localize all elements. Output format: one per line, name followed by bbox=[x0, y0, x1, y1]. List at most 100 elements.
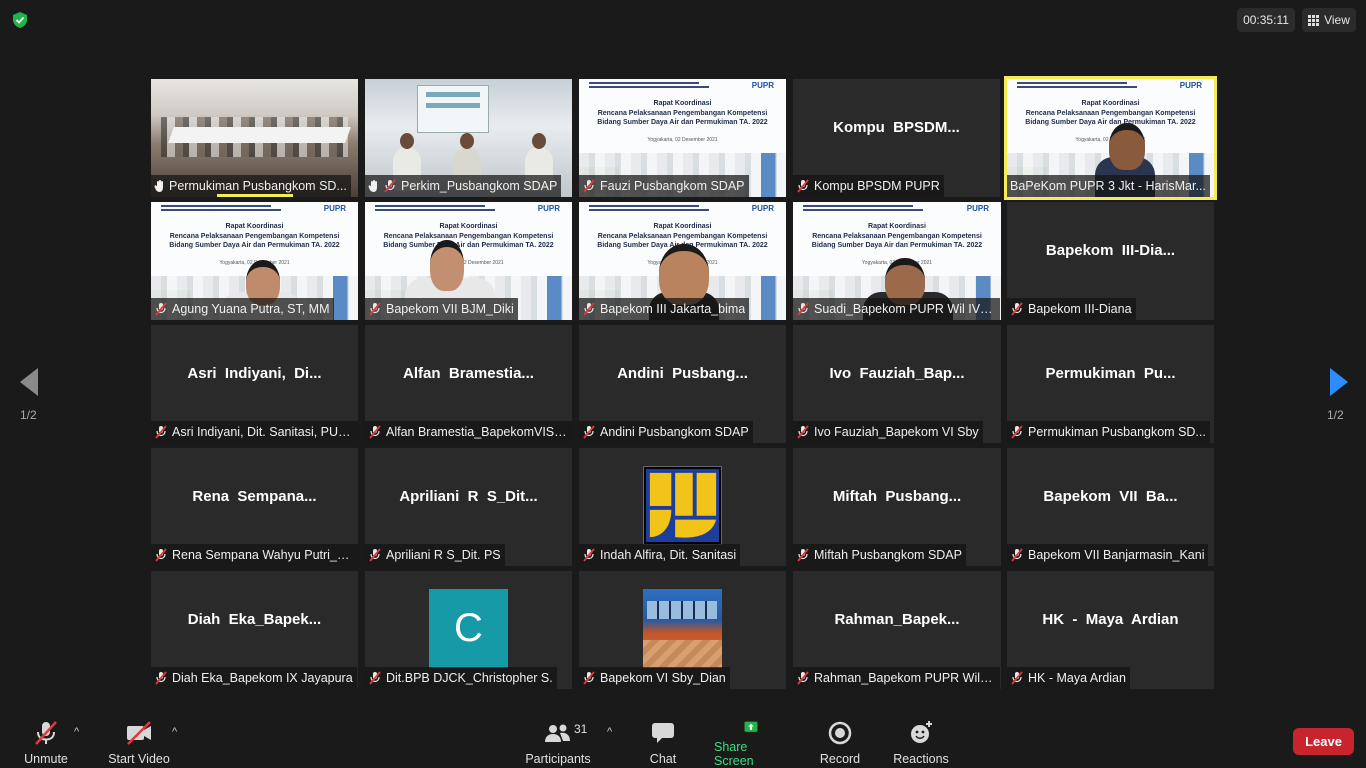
participant-name-label: Kompu BPSDM PUPR bbox=[793, 175, 944, 197]
muted-mic-icon bbox=[369, 425, 381, 439]
record-button[interactable]: Record bbox=[818, 714, 862, 768]
participant-tile[interactable]: Apriliani R S_Dit... Apriliani R S_Dit. P… bbox=[365, 448, 572, 566]
participant-name-label: Rahman_Bapekom PUPR Wila... bbox=[793, 667, 1000, 689]
participant-name: Apriliani R S_Dit. PS bbox=[386, 548, 501, 562]
participant-tile[interactable]: Kompu BPSDM... Kompu BPSDM PUPR bbox=[793, 79, 1000, 197]
unmute-button[interactable]: Unmute bbox=[20, 714, 72, 768]
participant-name-label: Alfan Bramestia_BapekomVISu... bbox=[365, 421, 572, 443]
slide-logo: PUPR bbox=[1179, 81, 1202, 90]
participant-name: Indah Alfira, Dit. Sanitasi bbox=[600, 548, 737, 562]
participant-tile[interactable]: Ivo Fauziah_Bap... Ivo Fauziah_Bapekom VI… bbox=[793, 325, 1001, 443]
participant-tile[interactable]: C Dit.BPB DJCK_Christopher S. bbox=[365, 571, 572, 689]
participant-tile[interactable]: Rahman_Bapek... Rahman_Bapekom PUPR Wila.… bbox=[793, 571, 1001, 689]
participant-name: Ivo Fauziah_Bapekom VI Sby bbox=[814, 425, 979, 439]
participant-tile[interactable]: Permukiman Pusbangkom SD... bbox=[151, 79, 358, 197]
participants-options-caret-icon[interactable]: ^ bbox=[607, 726, 612, 738]
participant-face bbox=[1109, 123, 1145, 170]
previous-page-arrow-icon[interactable] bbox=[20, 368, 38, 396]
muted-mic-icon bbox=[155, 425, 167, 439]
reactions-button[interactable]: Reactions bbox=[892, 714, 950, 768]
participant-tile[interactable]: Asri Indiyani, Di... Asri Indiyani, Dit. … bbox=[151, 325, 358, 443]
slide-subtitle-2: Bidang Sumber Daya Air dan Permukiman TA… bbox=[1025, 119, 1196, 126]
meeting-timer: 00:35:11 bbox=[1237, 8, 1295, 32]
slide-subtitle-1: Rencana Pelaksanaan Pengembangan Kompete… bbox=[169, 233, 340, 240]
muted-mic-icon bbox=[583, 671, 595, 685]
start-video-button[interactable]: Start Video bbox=[106, 714, 172, 768]
participant-tile[interactable]: PUPR Rapat Koordinasi Rencana Pelaksanaan … bbox=[793, 202, 1001, 320]
participant-name-label: Bapekom III Jakarta_bima bbox=[579, 298, 750, 320]
view-label: View bbox=[1324, 13, 1350, 27]
participant-tile[interactable]: PUPR Rapat Koordinasi Rencana Pelaksanaan … bbox=[151, 202, 358, 320]
muted-mic-icon bbox=[1011, 671, 1023, 685]
participant-tile[interactable]: Diah Eka_Bapek... Diah Eka_Bapekom IX Jay… bbox=[151, 571, 358, 689]
slide-subtitle-2: Bidang Sumber Daya Air dan Permukiman TA… bbox=[811, 242, 983, 249]
participant-name: Rena Sempana Wahyu Putri_P... bbox=[172, 548, 354, 562]
view-button[interactable]: View bbox=[1302, 8, 1356, 32]
participant-name: Asri Indiyani, Dit. Sanitasi, PUPR bbox=[172, 425, 354, 439]
slide-logo: PUPR bbox=[966, 204, 989, 213]
participants-label: Participants bbox=[525, 752, 591, 766]
participant-name: Rahman_Bapekom PUPR Wila... bbox=[814, 671, 996, 685]
participant-display-name: Rena Sempana... bbox=[192, 487, 317, 505]
participant-tile[interactable]: Alfan Bramestia... Alfan Bramestia_Bapeko… bbox=[365, 325, 572, 443]
raised-hand-icon bbox=[154, 180, 163, 192]
encryption-shield-icon[interactable] bbox=[11, 11, 29, 29]
participant-tile[interactable]: PUPR Rapat Koordinasi Rencana Pelaksanaan … bbox=[365, 202, 572, 320]
participant-tile[interactable]: Indah Alfira, Dit. Sanitasi bbox=[579, 448, 786, 566]
muted-mic-icon bbox=[369, 548, 381, 562]
participant-name-label: Asri Indiyani, Dit. Sanitasi, PUPR bbox=[151, 421, 358, 443]
participant-tile[interactable]: Perkim_Pusbangkom SDAP bbox=[365, 79, 572, 197]
participant-name: Bapekom VII Banjarmasin_Kani bbox=[1028, 548, 1205, 562]
participants-button[interactable]: 31 Participants bbox=[524, 714, 592, 768]
participant-name-label: Bapekom VII Banjarmasin_Kani bbox=[1007, 544, 1209, 566]
participant-name-label: Bapekom VI Sby_Dian bbox=[579, 667, 730, 689]
slide-logo: PUPR bbox=[751, 81, 774, 90]
participant-tile[interactable]: PUPR Rapat Koordinasi Rencana Pelaksanaan … bbox=[579, 202, 786, 320]
muted-mic-icon bbox=[155, 671, 167, 685]
speaking-indicator bbox=[217, 194, 293, 197]
chat-button[interactable]: Chat bbox=[642, 714, 684, 768]
participant-name: Permukiman Pusbangkom SD... bbox=[1028, 425, 1206, 439]
muted-mic-icon bbox=[583, 425, 595, 439]
participant-tile[interactable]: Bapekom VI Sby_Dian bbox=[579, 571, 786, 689]
audio-options-caret-icon[interactable]: ^ bbox=[74, 726, 79, 738]
participant-name: BaPeKom PUPR 3 Jkt - HarisMar... bbox=[1010, 179, 1206, 193]
participant-tile[interactable]: Bapekom III-Dia... Bapekom III-Diana bbox=[1007, 202, 1214, 320]
meeting-toolbar: Unmute ^ Start Video ^ 31 Participants ^… bbox=[0, 714, 1366, 768]
slide-logo: PUPR bbox=[323, 204, 346, 213]
participant-name: HK - Maya Ardian bbox=[1028, 671, 1126, 685]
muted-mic-icon bbox=[1011, 302, 1023, 316]
participant-tile[interactable]: HK - Maya Ardian HK - Maya Ardian bbox=[1007, 571, 1214, 689]
start-video-label: Start Video bbox=[108, 752, 170, 766]
participant-display-name: Andini Pusbang... bbox=[617, 364, 748, 382]
participant-name: Alfan Bramestia_BapekomVISu... bbox=[386, 425, 568, 439]
participant-name: Permukiman Pusbangkom SD... bbox=[169, 179, 347, 193]
muted-mic-icon bbox=[369, 302, 381, 316]
muted-mic-icon bbox=[797, 302, 809, 316]
next-page-arrow-icon[interactable] bbox=[1330, 368, 1348, 396]
participant-tile[interactable]: PUPR Rapat Koordinasi Rencana Pelaksanaan … bbox=[1004, 76, 1217, 200]
participant-tile[interactable]: Andini Pusbang... Andini Pusbangkom SDAP bbox=[579, 325, 786, 443]
participant-name: Andini Pusbangkom SDAP bbox=[600, 425, 749, 439]
participant-avatar: C bbox=[429, 589, 508, 668]
leave-button[interactable]: Leave bbox=[1293, 728, 1354, 755]
participant-tile[interactable]: Permukiman Pu... Permukiman Pusbangkom SD… bbox=[1007, 325, 1214, 443]
muted-mic-icon bbox=[797, 425, 809, 439]
slide-subtitle-2: Bidang Sumber Daya Air dan Permukiman TA… bbox=[383, 242, 554, 249]
muted-mic-icon bbox=[1011, 548, 1023, 562]
slide-subtitle-1: Rencana Pelaksanaan Pengembangan Kompete… bbox=[597, 110, 768, 117]
participant-tile[interactable]: Rena Sempana... Rena Sempana Wahyu Putri_… bbox=[151, 448, 358, 566]
participant-tile[interactable]: Bapekom VII Ba... Bapekom VII Banjarmasin… bbox=[1007, 448, 1214, 566]
muted-mic-icon bbox=[384, 179, 396, 193]
slide-title: Rapat Koordinasi bbox=[653, 100, 712, 107]
microphone-muted-icon bbox=[35, 721, 57, 745]
muted-mic-icon bbox=[583, 179, 595, 193]
participant-display-name: Diah Eka_Bapek... bbox=[187, 610, 322, 628]
share-screen-button[interactable]: Share Screen bbox=[714, 714, 788, 768]
video-options-caret-icon[interactable]: ^ bbox=[172, 726, 177, 738]
participant-display-name: Ivo Fauziah_Bap... bbox=[829, 364, 965, 382]
participant-tile[interactable]: PUPR Rapat Koordinasi Rencana Pelaksanaan … bbox=[579, 79, 786, 197]
participant-display-name: Alfan Bramestia... bbox=[403, 364, 534, 382]
slide-logo: PUPR bbox=[751, 204, 774, 213]
participant-tile[interactable]: Miftah Pusbang... Miftah Pusbangkom SDAP bbox=[793, 448, 1001, 566]
